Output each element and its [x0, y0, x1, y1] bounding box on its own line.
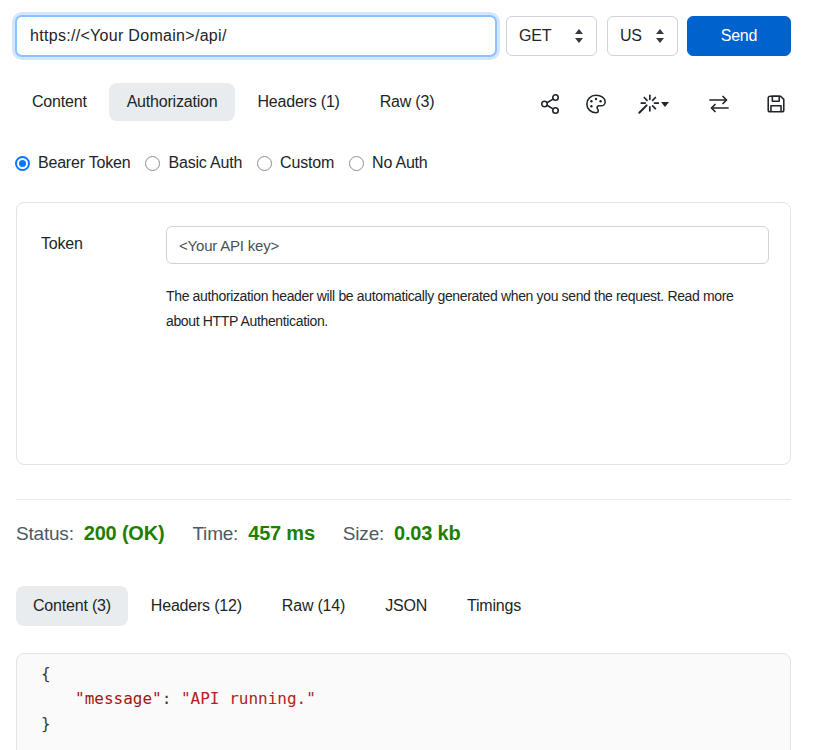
response-tabs: Content (3) Headers (12) Raw (14) JSON T… — [16, 586, 538, 626]
method-select-value: GET — [519, 27, 551, 45]
token-label: Token — [41, 235, 83, 253]
radio-unselected-icon — [349, 156, 364, 171]
chevron-down-icon — [661, 102, 669, 107]
save-icon[interactable] — [764, 92, 788, 116]
api-client-app: GET US Send Content Authorization Header… — [0, 0, 837, 750]
status-label: Status: — [16, 523, 74, 545]
updown-arrows-icon — [655, 28, 665, 44]
json-line-2: "message": "API running." — [41, 686, 790, 711]
tab-response-raw[interactable]: Raw (14) — [265, 586, 362, 626]
radio-unselected-icon — [257, 156, 272, 171]
swap-arrows-icon[interactable] — [707, 92, 731, 116]
time-value: 457 ms — [248, 522, 315, 545]
auth-token-panel: Token The authorization header will be a… — [16, 202, 791, 465]
status-value: 200 (OK) — [84, 522, 165, 545]
size-value: 0.03 kb — [394, 522, 460, 545]
auth-help-text: The authorization header will be automat… — [166, 284, 733, 334]
radio-bearer-token[interactable]: Bearer Token — [15, 154, 130, 172]
tab-response-timings[interactable]: Timings — [450, 586, 538, 626]
method-select[interactable]: GET — [506, 16, 597, 56]
share-icon[interactable] — [538, 92, 562, 116]
palette-icon[interactable] — [584, 92, 608, 116]
region-select-value: US — [620, 27, 642, 45]
tab-response-headers[interactable]: Headers (12) — [134, 586, 259, 626]
radio-no-auth[interactable]: No Auth — [349, 154, 428, 172]
request-tabs: Content Authorization Headers (1) Raw (3… — [14, 83, 452, 121]
json-key: "message" — [75, 689, 162, 708]
auth-help-line1: The authorization header will be automat… — [166, 284, 733, 309]
size-label: Size: — [343, 523, 384, 545]
json-string-value: "API running." — [181, 689, 316, 708]
radio-custom[interactable]: Custom — [257, 154, 334, 172]
json-line-1: { — [41, 661, 790, 686]
tab-headers[interactable]: Headers (1) — [239, 83, 357, 121]
tab-response-json[interactable]: JSON — [368, 586, 444, 626]
auth-help-line2: about HTTP Authentication. — [166, 309, 733, 334]
time-label: Time: — [192, 523, 238, 545]
response-status-row: Status: 200 (OK) Time: 457 ms Size: 0.03… — [16, 522, 461, 545]
radio-unselected-icon — [145, 156, 160, 171]
auth-type-options: Bearer Token Basic Auth Custom No Auth — [15, 154, 428, 172]
tab-content[interactable]: Content — [14, 83, 105, 121]
url-input[interactable] — [15, 15, 497, 57]
token-input[interactable] — [166, 226, 769, 264]
radio-selected-icon — [15, 156, 30, 171]
response-body: { "message": "API running." } — [16, 653, 791, 750]
magic-wand-icon[interactable] — [636, 92, 660, 116]
send-button[interactable]: Send — [687, 16, 791, 56]
radio-basic-auth[interactable]: Basic Auth — [145, 154, 242, 172]
updown-arrows-icon — [574, 28, 584, 44]
region-select[interactable]: US — [607, 16, 678, 56]
tab-raw[interactable]: Raw (3) — [362, 83, 453, 121]
section-divider — [16, 499, 791, 500]
tab-authorization[interactable]: Authorization — [109, 83, 236, 121]
json-line-3: } — [41, 711, 790, 736]
tab-response-content[interactable]: Content (3) — [16, 586, 128, 626]
